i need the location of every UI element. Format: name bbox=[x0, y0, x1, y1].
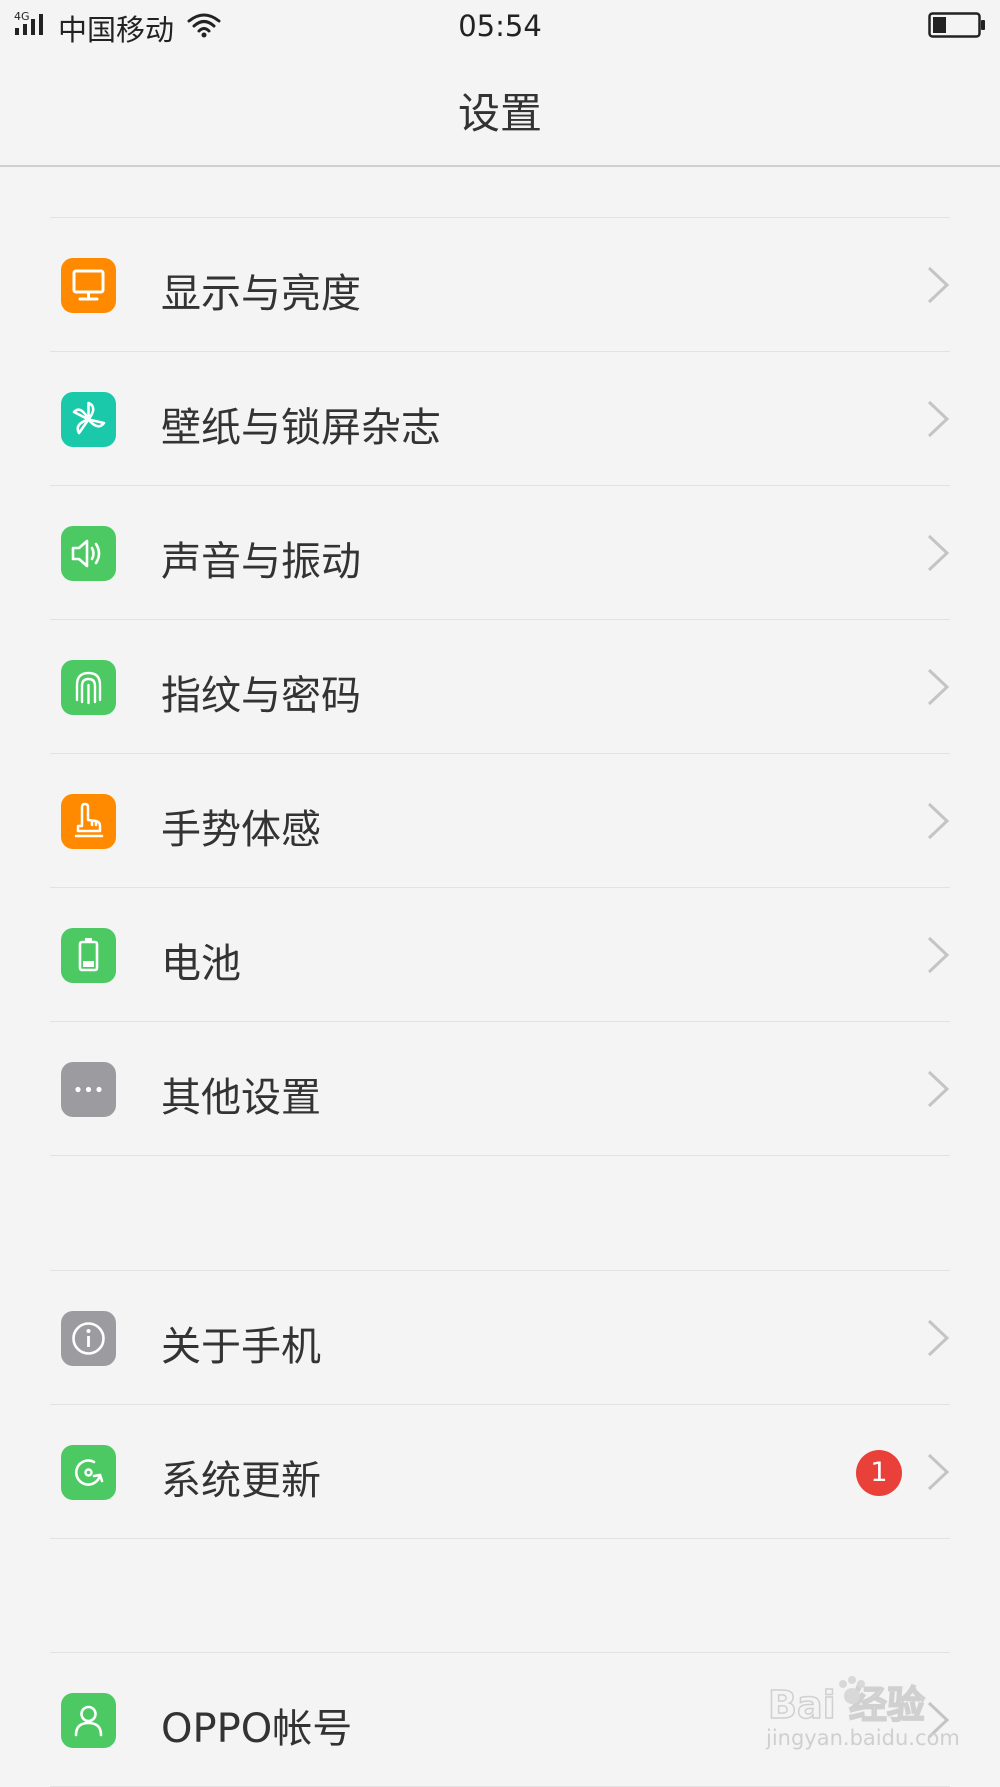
settings-group-general: 显示与亮度 壁纸与锁屏杂志 声音与振动 指纹与密码 手势体感 电池 其他设置 bbox=[50, 217, 950, 1156]
chevron-right-icon bbox=[927, 1319, 950, 1357]
settings-item-label: 指纹与密码 bbox=[161, 673, 361, 719]
settings-item-label: 显示与亮度 bbox=[161, 271, 361, 317]
update-icon bbox=[61, 1445, 116, 1500]
chevron-right-icon bbox=[927, 266, 950, 304]
more-dots-icon bbox=[61, 1062, 116, 1117]
battery-icon bbox=[61, 928, 116, 983]
chevron-right-icon bbox=[927, 400, 950, 438]
pinwheel-icon bbox=[61, 392, 116, 447]
notification-badge: 1 bbox=[856, 1450, 902, 1496]
svg-text:Bai 经验: Bai 经验 bbox=[768, 1683, 925, 1727]
settings-item-sound[interactable]: 声音与振动 bbox=[50, 486, 950, 620]
settings-item-gesture[interactable]: 手势体感 bbox=[50, 754, 950, 888]
settings-item-wallpaper[interactable]: 壁纸与锁屏杂志 bbox=[50, 352, 950, 486]
clock-time: 05:54 bbox=[458, 9, 542, 43]
header-bar: 设置 bbox=[0, 50, 1000, 167]
hand-gesture-icon bbox=[61, 794, 116, 849]
settings-item-label: 电池 bbox=[161, 941, 241, 987]
settings-item-label: OPPO帐号 bbox=[161, 1706, 353, 1752]
speaker-icon bbox=[61, 526, 116, 581]
chevron-right-icon bbox=[927, 936, 950, 974]
settings-item-label: 系统更新 bbox=[161, 1458, 321, 1504]
settings-item-label: 其他设置 bbox=[161, 1075, 321, 1121]
settings-item-display[interactable]: 显示与亮度 bbox=[50, 218, 950, 352]
status-bar: 4G 中国移动 05:54 bbox=[0, 0, 1000, 50]
chevron-right-icon bbox=[927, 1453, 950, 1491]
baidu-jingyan-watermark: Bai 经验 jingyan.baidu.com bbox=[766, 1674, 960, 1759]
display-icon bbox=[61, 258, 116, 313]
chevron-right-icon bbox=[927, 534, 950, 572]
settings-item-battery[interactable]: 电池 bbox=[50, 888, 950, 1022]
watermark-url: jingyan.baidu.com bbox=[766, 1726, 960, 1750]
settings-item-label: 手势体感 bbox=[161, 807, 321, 853]
chevron-right-icon bbox=[927, 1070, 950, 1108]
fingerprint-icon bbox=[61, 660, 116, 715]
settings-item-fingerprint[interactable]: 指纹与密码 bbox=[50, 620, 950, 754]
settings-item-other[interactable]: 其他设置 bbox=[50, 1022, 950, 1156]
chevron-right-icon bbox=[927, 668, 950, 706]
settings-item-label: 声音与振动 bbox=[161, 539, 361, 585]
info-icon bbox=[61, 1311, 116, 1366]
settings-item-label: 关于手机 bbox=[161, 1324, 321, 1370]
settings-item-label: 壁纸与锁屏杂志 bbox=[161, 405, 441, 451]
page-title: 设置 bbox=[457, 89, 542, 138]
account-icon bbox=[61, 1693, 116, 1748]
settings-item-about-phone[interactable]: 关于手机 bbox=[50, 1271, 950, 1405]
settings-group-system: 关于手机 系统更新 1 bbox=[50, 1270, 950, 1539]
baidu-logo-icon: Bai 经验 bbox=[767, 1676, 926, 1728]
battery-status-icon bbox=[928, 12, 985, 38]
chevron-right-icon bbox=[927, 802, 950, 840]
settings-item-system-update[interactable]: 系统更新 1 bbox=[50, 1405, 950, 1539]
